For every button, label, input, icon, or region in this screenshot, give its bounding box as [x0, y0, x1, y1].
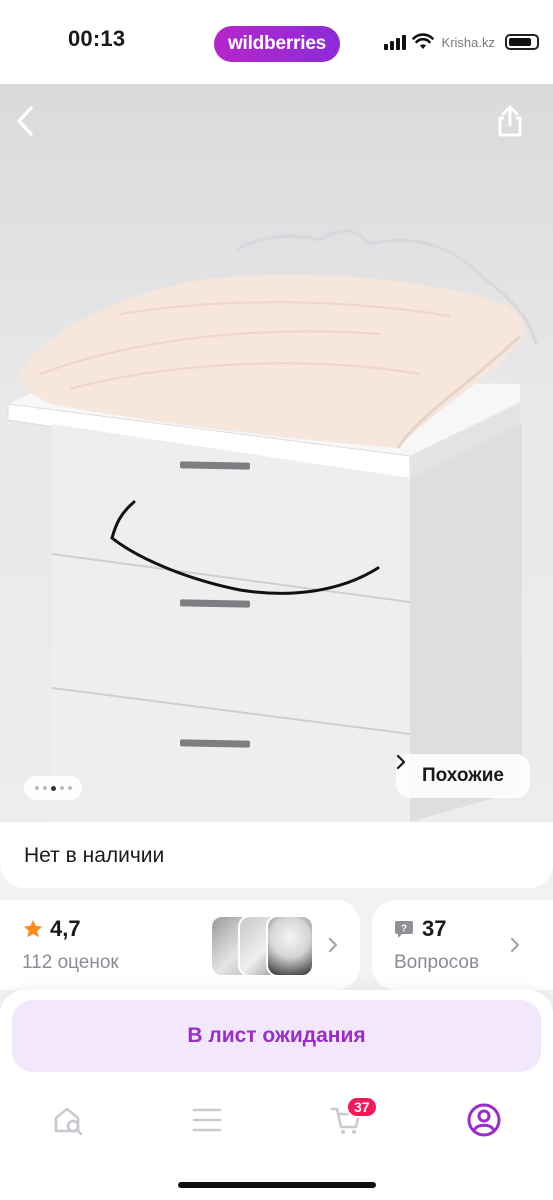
tab-home[interactable] [38, 1090, 98, 1150]
pagination-dot [67, 786, 72, 790]
availability-card: Нет в наличии [0, 822, 553, 888]
similar-products-button[interactable]: Похожие [396, 754, 530, 798]
tab-catalog[interactable] [177, 1090, 237, 1150]
add-to-waitlist-button[interactable]: В лист ожидания [12, 1000, 541, 1072]
share-icon [498, 105, 522, 137]
pagination-dot [34, 786, 39, 790]
rating-count: 112 оценок [22, 952, 119, 973]
gallery-pagination [24, 776, 82, 800]
tab-cart[interactable]: 37 [316, 1090, 378, 1150]
brand-logo[interactable]: wildberries [214, 26, 340, 62]
share-button[interactable] [496, 104, 540, 148]
chevron-right-icon [326, 934, 340, 956]
cellular-signal-icon [383, 34, 406, 50]
star-icon [23, 919, 43, 938]
chevron-right-icon [508, 934, 522, 956]
question-chat-icon: ? [395, 921, 413, 938]
tab-profile[interactable] [454, 1090, 514, 1150]
review-photos[interactable] [210, 915, 314, 977]
cart-count-badge: 37 [346, 1096, 378, 1118]
rating-value: 4,7 [50, 916, 81, 941]
status-indicators: Krisha.kz [383, 28, 539, 56]
pagination-dot [59, 786, 64, 790]
wifi-icon [411, 33, 434, 49]
back-button[interactable] [14, 104, 58, 148]
product-photo [7, 229, 538, 822]
svg-text:?: ? [401, 924, 407, 935]
rating-summary: 4,7 [22, 916, 81, 942]
profile-icon [467, 1103, 501, 1137]
chevron-left-icon [17, 106, 33, 136]
availability-status: Нет в наличии [24, 844, 165, 867]
watermark-text: Krisha.kz [441, 34, 495, 50]
status-time: 00:13 [68, 26, 126, 51]
status-bar: 00:13 wildberries Krisha.kz [0, 0, 553, 84]
battery-icon [505, 34, 539, 50]
pagination-dot [42, 786, 47, 790]
product-image-gallery[interactable]: Похожие [0, 84, 553, 822]
questions-card[interactable]: ? 37 Вопросов [372, 900, 553, 990]
questions-label: Вопросов [394, 952, 480, 973]
home-search-icon [54, 1107, 83, 1136]
similar-label: Похожие [422, 765, 504, 786]
rating-card[interactable]: 4,7 112 оценок [0, 900, 360, 990]
review-photo-thumbnail[interactable] [266, 915, 314, 977]
questions-count: 37 [422, 916, 447, 941]
bottom-action-sheet: В лист ожидания 37 [0, 990, 553, 1200]
bottom-tab-bar: 37 [0, 1090, 553, 1150]
home-indicator [178, 1182, 376, 1188]
pagination-dot-active [50, 785, 56, 791]
menu-icon [192, 1108, 222, 1132]
questions-summary: ? 37 [394, 916, 446, 942]
chevron-right-icon [396, 754, 406, 770]
